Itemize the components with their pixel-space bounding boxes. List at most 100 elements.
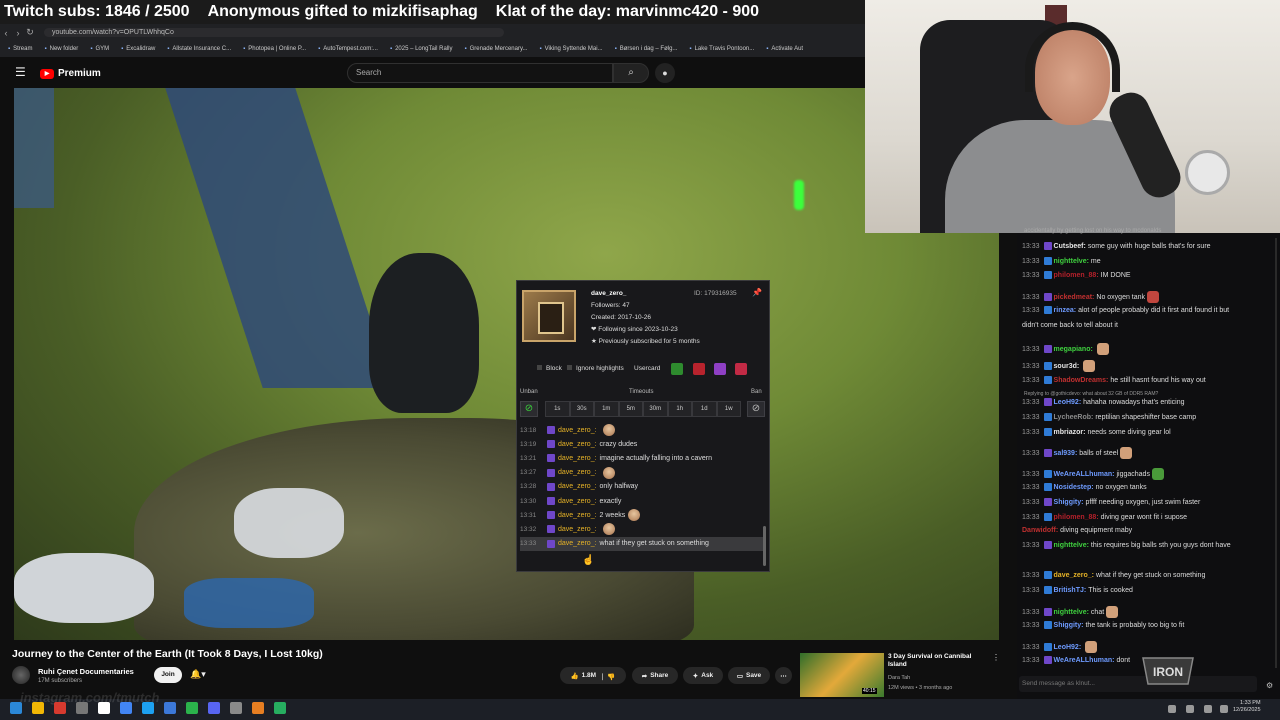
timeout-button[interactable]: 1h [667,401,692,417]
bookmark-item[interactable]: Grenade Mercenary... [464,46,528,52]
log-username[interactable]: dave_zero_: [558,540,597,547]
log-username[interactable]: dave_zero_: [558,427,597,434]
bookmark-item[interactable]: Activate Aut [766,46,803,52]
chat-username[interactable]: pickedmeat: [1054,294,1095,301]
tray-icon[interactable] [1220,705,1228,713]
unmod-icon[interactable] [693,363,705,375]
chat-username[interactable]: Shiggity: [1054,499,1084,506]
like-button[interactable]: 👍 1.8M ｜ 👎 [560,667,626,684]
chat-username[interactable]: megapiano: [1054,346,1093,353]
vip-icon[interactable] [714,363,726,375]
chat-username[interactable]: dave_zero_: [1054,572,1094,579]
bookmark-item[interactable]: Allstate Insurance C... [167,46,231,52]
back-icon[interactable]: ‹ [0,28,12,38]
taskbar-app-icon[interactable] [32,702,44,714]
bookmark-item[interactable]: 2025 – LongTail Rally [390,46,452,52]
chat-username[interactable]: nighttelve: [1054,258,1089,265]
heart-icon[interactable] [735,363,747,375]
thumbs-down-icon[interactable]: ｜ 👎 [599,671,615,681]
tray-icon[interactable] [1168,705,1176,713]
chat-username[interactable]: WeAreALLhuman: [1054,657,1115,664]
chat-username[interactable]: WeAreALLhuman: [1054,471,1115,478]
recommended-channel[interactable]: Dara Tah [888,675,910,681]
taskbar-clock[interactable]: 1:33 PM 12/26/2025 [1233,700,1261,714]
taskbar-app-icon[interactable] [120,702,132,714]
search-input[interactable]: Search [347,63,613,83]
taskbar-app-icon[interactable] [230,702,242,714]
tray-icon[interactable] [1204,705,1212,713]
chat-username[interactable]: Nosidestep: [1054,484,1094,491]
bell-icon[interactable]: 🔔▾ [190,669,206,680]
chat-username[interactable]: sal939: [1054,450,1078,457]
bookmark-item[interactable]: GYM [90,46,109,52]
timeout-button[interactable]: 1s [545,401,570,417]
taskbar-app-icon[interactable] [252,702,264,714]
chat-username[interactable]: sour3d: [1054,363,1080,370]
user-card-scrollbar[interactable] [763,526,766,566]
chat-username[interactable]: ShadowDreams: [1054,377,1109,384]
taskbar-app-icon[interactable] [76,702,88,714]
ignore-highlights-checkbox[interactable]: Ignore highlights [567,365,624,372]
chat-username[interactable]: LycheeRob: [1054,414,1094,421]
block-checkbox[interactable]: Block [537,365,562,372]
timeout-button[interactable]: 1d [692,401,717,417]
log-username[interactable]: dave_zero_: [558,455,597,462]
log-username[interactable]: dave_zero_: [558,498,597,505]
bookmark-item[interactable]: Stream [8,46,32,52]
chat-username[interactable]: Shiggity: [1054,622,1084,629]
user-card-name[interactable]: dave_zero_ [591,290,626,297]
bookmark-item[interactable]: Excalidraw [121,46,155,52]
ask-button[interactable]: ✦ Ask [683,667,723,684]
channel-avatar[interactable] [12,666,30,684]
youtube-logo[interactable]: ▶ Premium [40,67,101,80]
timeout-button[interactable]: 5m [618,401,643,417]
bookmark-item[interactable]: Viking Syttende Mai... [540,46,603,52]
search-icon[interactable]: ⌕ [613,63,649,83]
chat-username[interactable]: Cutsbeef: [1054,243,1086,250]
chat-username[interactable]: LeoH92: [1054,644,1082,651]
log-username[interactable]: dave_zero_: [558,512,597,519]
forward-icon[interactable]: › [12,28,24,38]
reload-icon[interactable]: ↻ [24,27,36,38]
taskbar-app-icon[interactable] [54,702,66,714]
timeout-button[interactable]: 1w [716,401,741,417]
chat-username[interactable]: philomen_88: [1054,514,1099,521]
bookmark-item[interactable]: Photopea | Online P... [243,46,306,52]
taskbar-app-icon[interactable] [274,702,286,714]
chat-username[interactable]: nighttelve: [1054,542,1089,549]
mod-icon[interactable] [671,363,683,375]
log-username[interactable]: dave_zero_: [558,526,597,533]
timeout-button[interactable]: 30s [569,401,594,417]
bookmark-item[interactable]: New folder [44,46,79,52]
tray-icon[interactable] [1186,705,1194,713]
microphone-icon[interactable]: ● [655,63,675,83]
more-options-icon[interactable]: ⋯ [775,667,792,684]
bookmark-item[interactable]: AutoTempest.com:... [318,46,378,52]
timeout-button[interactable]: 1m [594,401,619,417]
chat-username[interactable]: BritishTJ: [1054,587,1087,594]
taskbar-app-icon[interactable] [98,702,110,714]
chat-settings-icon[interactable]: ⚙ [1266,681,1273,690]
taskbar-app-icon[interactable] [186,702,198,714]
channel-name[interactable]: Ruhi Çenet Documentaries [38,667,134,676]
save-button[interactable]: ▭ Save [728,667,770,684]
video-player[interactable] [14,88,999,640]
chat-username[interactable]: nighttelve: [1054,609,1089,616]
join-button[interactable]: Join [154,667,182,683]
chat-username[interactable]: mbriazor: [1054,429,1086,436]
timeout-button[interactable]: 30m [643,401,668,417]
recommended-menu-icon[interactable]: ⋮ [992,653,1000,662]
unban-button[interactable]: ⊘ [520,401,538,417]
usercard-link[interactable]: Usercard [634,365,660,372]
taskbar-app-icon[interactable] [208,702,220,714]
hamburger-menu-icon[interactable]: ☰ [15,66,27,78]
bookmark-item[interactable]: Lake Travis Pontoon... [689,46,755,52]
pin-icon[interactable]: 📌 [752,288,762,297]
share-button[interactable]: ➦ Share [632,667,678,684]
recommended-title[interactable]: 3 Day Survival on Cannibal Island [888,653,988,669]
url-field[interactable]: youtube.com/watch?v=OPUTLWhhqCo [44,28,504,37]
taskbar-app-icon[interactable] [10,702,22,714]
chat-username[interactable]: Danwidoff: [1022,527,1058,534]
chat-username[interactable]: LeoH92: [1054,399,1082,406]
taskbar-app-icon[interactable] [164,702,176,714]
